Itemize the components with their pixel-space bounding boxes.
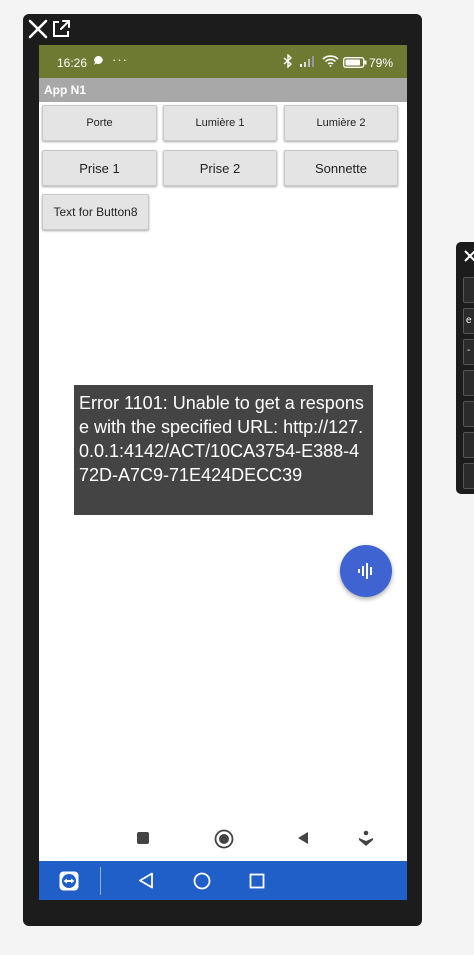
nav-hand-icon[interactable]: [357, 830, 375, 853]
side-button[interactable]: [463, 432, 474, 458]
voice-fab[interactable]: [340, 545, 392, 597]
app-title-bar: App N1: [39, 78, 407, 102]
wifi-icon: [322, 55, 339, 70]
recents-icon[interactable]: [249, 873, 265, 894]
bluetooth-icon: [283, 53, 293, 71]
battery-percent: 79%: [369, 56, 394, 70]
side-button[interactable]: [463, 370, 474, 396]
side-button[interactable]: [463, 401, 474, 427]
open-external-icon[interactable]: [50, 18, 72, 40]
side-close-icon[interactable]: [464, 249, 474, 267]
divider: [100, 867, 101, 895]
signal-icon: [299, 55, 317, 70]
sonnette-button[interactable]: Sonnette: [284, 150, 398, 186]
back-icon[interactable]: [138, 872, 154, 894]
prise-1-button[interactable]: Prise 1: [42, 150, 157, 186]
teamviewer-icon[interactable]: [59, 871, 79, 896]
back-triangle-icon[interactable]: [296, 831, 310, 850]
prise-2-button[interactable]: Prise 2: [163, 150, 277, 186]
side-toolbar: e -: [456, 242, 474, 494]
lumiere-2-button[interactable]: Lumière 2: [284, 105, 398, 141]
side-button[interactable]: -: [463, 339, 474, 365]
voice-wave-icon: [358, 563, 372, 579]
porte-button[interactable]: Porte: [42, 105, 157, 141]
lumiere-1-button[interactable]: Lumière 1: [163, 105, 277, 141]
phone-screen: 16:26 ··· 79% App N1 Porte Lumière 1 Lum…: [39, 45, 407, 900]
status-bar: 16:26 ··· 79%: [39, 45, 407, 78]
error-toast: Error 1101: Unable to get a response wit…: [74, 385, 373, 515]
side-button[interactable]: [463, 463, 474, 489]
more-notifications: ···: [112, 52, 128, 67]
message-icon: [93, 55, 104, 69]
side-button[interactable]: [463, 277, 474, 303]
home-circle-icon[interactable]: [214, 829, 234, 854]
status-time: 16:26: [57, 56, 88, 70]
side-button[interactable]: e: [463, 308, 474, 334]
square-key-icon[interactable]: [136, 831, 150, 850]
button8[interactable]: Text for Button8: [42, 194, 149, 230]
close-icon[interactable]: [27, 18, 49, 40]
home-icon[interactable]: [193, 872, 211, 895]
app-title: App N1: [44, 83, 86, 97]
battery-icon: [343, 57, 367, 71]
remote-nav-bar: [39, 861, 407, 900]
